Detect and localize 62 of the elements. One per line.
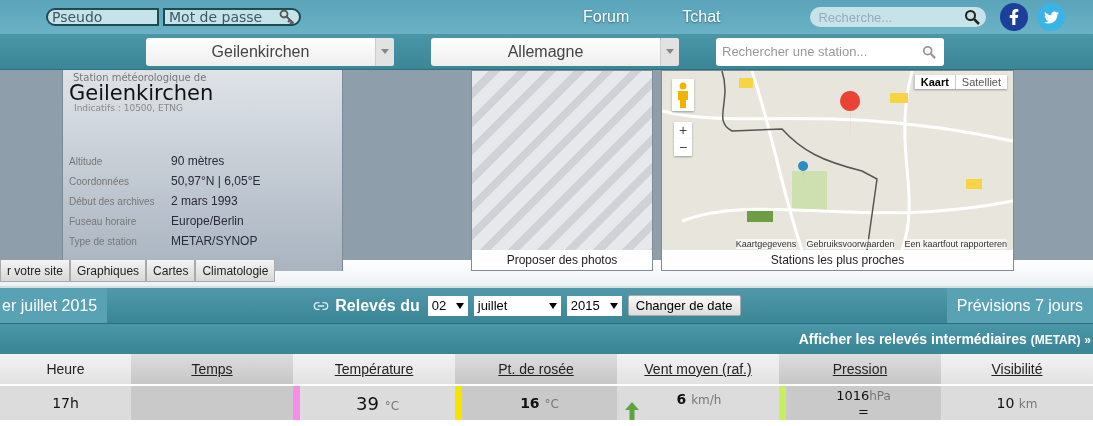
detail-value: 2 mars 1993 <box>171 194 238 208</box>
city-select[interactable]: Geilenkirchen <box>146 37 394 66</box>
map-type-button[interactable]: Satelliet <box>954 75 1007 89</box>
detail-label: Type de station <box>69 235 138 247</box>
column-header[interactable]: Pt. de rosée <box>455 354 617 386</box>
detail-value: 50,97°N | 6,05°E <box>171 174 261 188</box>
caret-icon <box>455 302 464 309</box>
map-footer-link[interactable]: Kaartgegevens <box>735 239 797 249</box>
nearest-stations-link[interactable]: Stations les plus proches <box>662 250 1013 270</box>
column-header[interactable]: Pression <box>779 354 941 386</box>
table-cell-text: 6 km/h <box>675 390 723 407</box>
station-name: Geilenkirchen <box>69 83 215 103</box>
caret-icon <box>666 49 674 54</box>
date-title: Relevés du <box>335 296 420 315</box>
detail-value: METAR/SYNOP <box>171 234 258 248</box>
detail-label: Fuseau horaire <box>69 215 138 227</box>
search-field[interactable]: Recherche... <box>810 7 987 27</box>
caret-icon <box>381 49 389 54</box>
zoom-in-button[interactable]: + <box>674 122 692 139</box>
tab[interactable]: Graphiques <box>70 260 147 282</box>
column-header[interactable]: Visibilité <box>941 354 1093 386</box>
country-select[interactable]: Allemagne <box>431 37 679 66</box>
column-header: Heure <box>0 354 131 386</box>
tab[interactable]: r votre site <box>0 260 70 282</box>
pegman-icon[interactable] <box>672 79 694 111</box>
caret-icon <box>548 302 557 309</box>
map-footer-link[interactable]: Gebruiksvoorwaarden <box>806 239 895 249</box>
map-type-button[interactable]: Kaart <box>913 75 955 89</box>
search-icon[interactable] <box>964 9 981 25</box>
table-cell-text: 17h <box>51 395 80 411</box>
detail-label: Début des archives <box>69 195 156 207</box>
detail-label: Coordonnées <box>69 175 131 187</box>
password-field[interactable]: Mot de passe <box>163 8 301 26</box>
facebook-icon[interactable] <box>1000 3 1029 31</box>
table-cell-text: 16 °C <box>519 395 560 411</box>
photos-link[interactable]: Proposer des photos <box>472 250 652 270</box>
station-codes: Indicatifs : 10500, ETNG <box>73 103 184 113</box>
detail-value: Europe/Berlin <box>171 214 244 228</box>
station-subtitle: Station météorologique de <box>73 72 207 83</box>
table-cell-text: 1016hPa = <box>835 387 892 419</box>
twitter-icon[interactable] <box>1037 3 1066 31</box>
metar-link[interactable]: Afficher les relevés intermédiaires (METAR) » <box>798 331 1091 347</box>
map-footer-link[interactable]: Een kaartfout rapporteren <box>904 239 1007 249</box>
station-search-field[interactable]: Rechercher une station... <box>716 37 944 66</box>
tab[interactable]: Climatologie <box>195 260 276 282</box>
table-cell-text: 10 km <box>995 395 1039 411</box>
year-select[interactable]: 2015 <box>566 295 622 316</box>
detail-value: 90 mètres <box>171 154 225 168</box>
detail-label: Altitude <box>69 155 104 167</box>
username-field[interactable]: Pseudo <box>46 8 159 26</box>
change-date-button[interactable]: Changer de date <box>627 295 741 316</box>
wind-arrow-icon <box>625 402 639 420</box>
zoom-out-button[interactable]: − <box>674 139 692 156</box>
day-select[interactable]: 02 <box>427 295 468 316</box>
tab[interactable]: Cartes <box>146 260 196 282</box>
key-icon <box>279 9 295 25</box>
month-select[interactable]: juillet <box>473 295 561 316</box>
caret-icon <box>609 302 618 309</box>
column-header[interactable]: Température <box>293 354 455 386</box>
column-header[interactable]: Temps <box>131 354 293 386</box>
column-header[interactable]: Vent moyen (raf.) <box>617 354 779 386</box>
table-cell-text: 39 °C <box>355 392 400 414</box>
